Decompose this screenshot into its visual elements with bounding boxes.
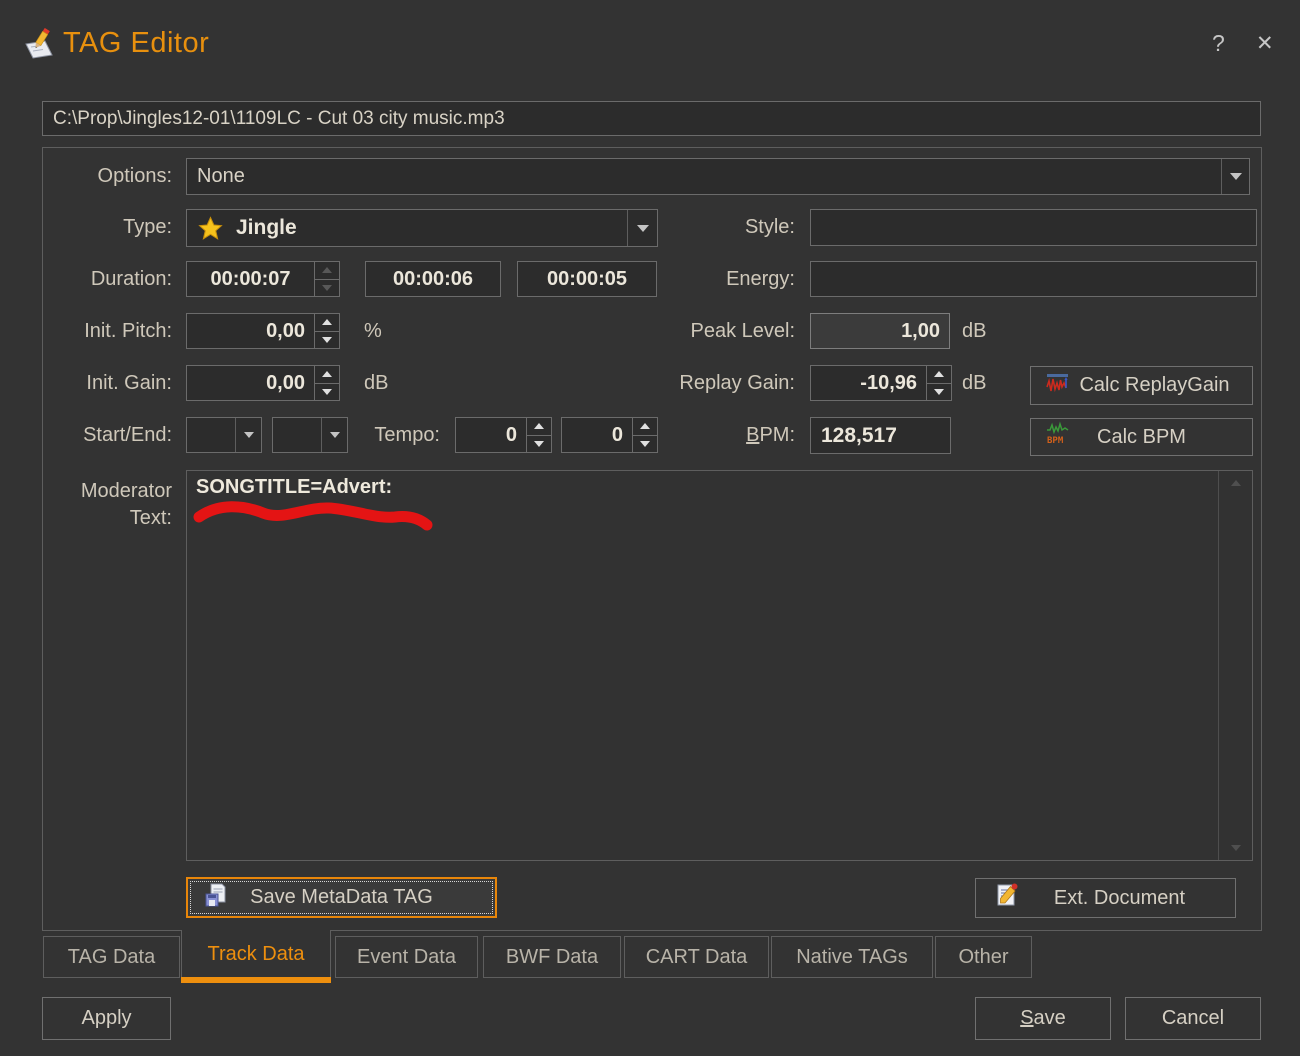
init-gain-label: Init. Gain: xyxy=(20,372,172,395)
bpm-icon: BPM xyxy=(1045,421,1073,453)
end-dropdown[interactable] xyxy=(272,417,348,453)
options-dropdown[interactable]: None xyxy=(186,158,1250,195)
spinner-down-icon xyxy=(527,435,551,453)
init-pitch-label: Init. Pitch: xyxy=(20,320,172,343)
spinner-down-icon xyxy=(315,383,339,401)
options-label: Options: xyxy=(20,165,172,188)
moderator-text-area[interactable]: SONGTITLE=Advert: xyxy=(186,470,1253,861)
scroll-down-icon[interactable] xyxy=(1219,836,1252,860)
waveform-icon xyxy=(1045,371,1071,401)
tempo-field-1[interactable]: 0 xyxy=(455,417,552,453)
tab-event-data[interactable]: Event Data xyxy=(335,936,478,978)
tab-bwf-data[interactable]: BWF Data xyxy=(483,936,621,978)
duration-field-3[interactable]: 00:00:05 xyxy=(517,261,657,297)
calc-replaygain-button[interactable]: Calc ReplayGain xyxy=(1030,366,1253,405)
init-pitch-field[interactable]: 0,00 xyxy=(186,313,340,349)
tab-tag-data[interactable]: TAG Data xyxy=(43,936,180,978)
ext-document-button[interactable]: Ext. Document xyxy=(975,878,1236,918)
window-title: TAG Editor xyxy=(63,27,209,60)
spinner-up-icon xyxy=(527,418,551,435)
spinner-down-icon xyxy=(315,331,339,349)
tab-cart-data[interactable]: CART Data xyxy=(624,936,769,978)
save-metadata-tag-button[interactable]: Save MetaData TAG xyxy=(186,877,497,918)
tab-track-data[interactable]: Track Data xyxy=(181,930,331,978)
replay-gain-label: Replay Gain: xyxy=(645,372,795,395)
tempo-spinner-1[interactable] xyxy=(526,418,551,452)
spinner-up-icon xyxy=(315,262,339,279)
spinner-up-icon xyxy=(927,366,951,383)
replay-gain-field[interactable]: -10,96 xyxy=(810,365,952,401)
duration-label: Duration: xyxy=(20,268,172,291)
style-label: Style: xyxy=(645,216,795,239)
svg-text:BPM: BPM xyxy=(1047,436,1064,446)
init-pitch-spinner[interactable] xyxy=(314,314,339,348)
init-pitch-unit: % xyxy=(364,320,382,343)
apply-button[interactable]: Apply xyxy=(42,997,171,1040)
chevron-down-icon[interactable] xyxy=(235,418,261,452)
star-icon xyxy=(198,216,223,241)
tempo-label: Tempo: xyxy=(340,424,440,447)
file-path-field[interactable]: C:\Prop\Jingles12-01\1109LC - Cut 03 cit… xyxy=(42,101,1261,136)
help-button[interactable]: ? xyxy=(1212,30,1225,57)
metadata-tag-icon xyxy=(202,882,228,914)
cancel-button[interactable]: Cancel xyxy=(1125,997,1261,1040)
spinner-down-icon xyxy=(927,383,951,401)
moderator-scrollbar[interactable] xyxy=(1218,471,1252,860)
spinner-up-icon xyxy=(315,314,339,331)
peak-level-label: Peak Level: xyxy=(645,320,795,343)
tab-native-tags[interactable]: Native TAGs xyxy=(771,936,933,978)
bpm-field[interactable]: 128,517 xyxy=(810,417,951,454)
start-end-label: Start/End: xyxy=(20,424,172,447)
calc-bpm-button[interactable]: BPM Calc BPM xyxy=(1030,418,1253,456)
style-field[interactable] xyxy=(810,209,1257,246)
replay-gain-unit: dB xyxy=(962,372,986,395)
tab-other[interactable]: Other xyxy=(935,936,1032,978)
spinner-down-icon xyxy=(315,279,339,297)
type-dropdown[interactable]: Jingle xyxy=(186,209,658,247)
peak-level-field: 1,00 xyxy=(810,313,950,349)
tempo-field-2[interactable]: 0 xyxy=(561,417,658,453)
save-button[interactable]: Save xyxy=(975,997,1111,1040)
duration-spinner xyxy=(314,262,339,296)
type-label: Type: xyxy=(20,216,172,239)
duration-field-2[interactable]: 00:00:06 xyxy=(365,261,501,297)
peak-level-unit: dB xyxy=(962,320,986,343)
energy-label: Energy: xyxy=(645,268,795,291)
moderator-text-label: Moderator Text: xyxy=(20,478,172,532)
chevron-down-icon[interactable] xyxy=(1221,159,1249,194)
tag-editor-icon xyxy=(24,28,56,60)
start-dropdown[interactable] xyxy=(186,417,262,453)
file-path-text: C:\Prop\Jingles12-01\1109LC - Cut 03 cit… xyxy=(43,108,1260,130)
bpm-label: BPM: xyxy=(645,424,795,447)
init-gain-spinner[interactable] xyxy=(314,366,339,400)
close-button[interactable]: ✕ xyxy=(1256,31,1274,56)
replay-gain-spinner[interactable] xyxy=(926,366,951,400)
spinner-up-icon xyxy=(315,366,339,383)
red-annotation-squiggle xyxy=(191,495,435,535)
init-gain-field[interactable]: 0,00 xyxy=(186,365,340,401)
duration-field-1[interactable]: 00:00:07 xyxy=(186,261,340,297)
energy-field[interactable] xyxy=(810,261,1257,297)
init-gain-unit: dB xyxy=(364,372,388,395)
scroll-up-icon[interactable] xyxy=(1219,471,1252,495)
document-pencil-icon xyxy=(994,882,1020,914)
